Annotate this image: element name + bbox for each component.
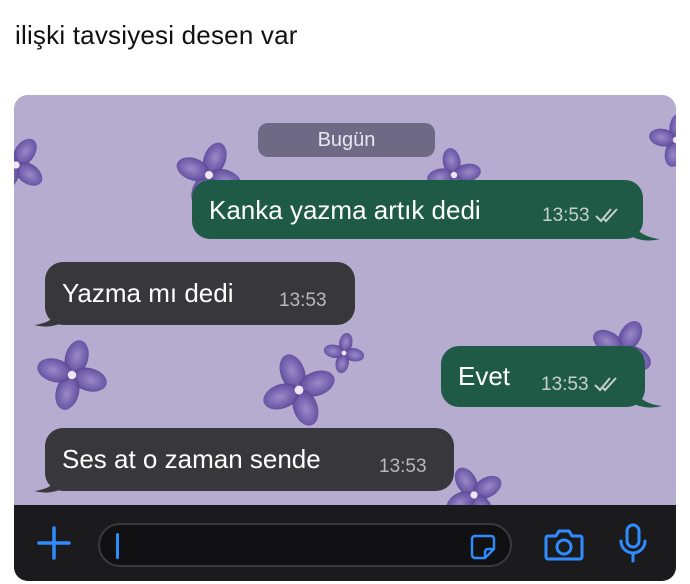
double-check-icon [594, 377, 617, 392]
bubble-tail [34, 473, 62, 493]
text-caret [116, 533, 119, 559]
message-time: 13:53 [279, 290, 327, 311]
post-caption: ilişki tavsiyesi desen var [15, 20, 298, 50]
double-check-icon [595, 208, 618, 223]
message-text: Ses at o zaman sende [62, 444, 321, 474]
bubble-tail [634, 390, 662, 408]
incoming-message-bubble[interactable]: Ses at o zaman sende 13:53 [45, 428, 454, 491]
message-text: Yazma mı dedi [62, 278, 234, 308]
message-input[interactable] [98, 523, 512, 567]
message-time: 13:53 [379, 456, 427, 477]
sticker-icon[interactable] [470, 534, 496, 560]
plus-icon[interactable] [36, 525, 72, 561]
message-input-bar [14, 505, 676, 581]
outgoing-message-bubble[interactable]: Evet 13:53 [441, 346, 645, 407]
message-text: Evet [458, 361, 511, 391]
message-time: 13:53 [541, 374, 589, 395]
incoming-message-bubble[interactable]: Yazma mı dedi 13:53 [45, 262, 355, 325]
message-time: 13:53 [542, 205, 590, 226]
microphone-icon[interactable] [618, 523, 648, 563]
outgoing-message-bubble[interactable]: Kanka yazma artık dedi 13:53 [192, 180, 643, 239]
date-separator: Bugün [258, 123, 435, 157]
chat-screenshot: Bugün Kanka yazma artık dedi 13:53 Yazma… [14, 95, 676, 581]
bubble-tail [34, 307, 62, 327]
message-text: Kanka yazma artık dedi [209, 195, 481, 225]
bubble-tail [632, 223, 660, 241]
camera-icon[interactable] [544, 527, 584, 561]
